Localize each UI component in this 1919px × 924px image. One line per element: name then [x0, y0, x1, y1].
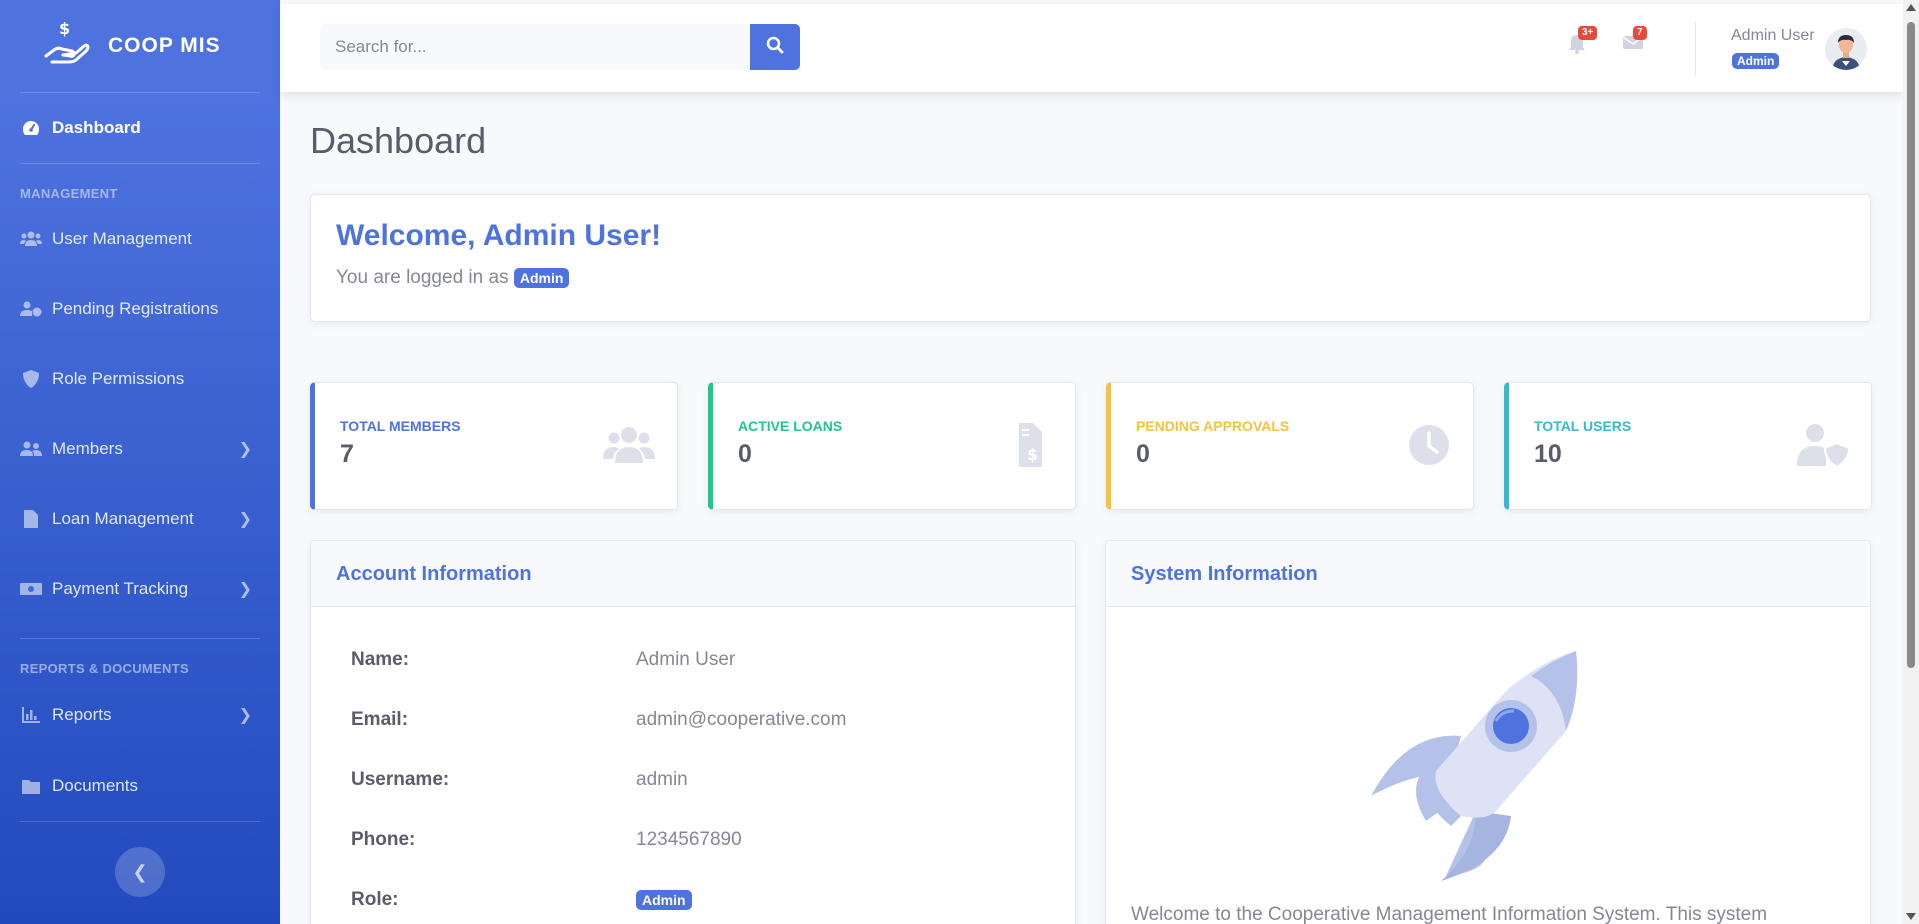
page-title: Dashboard [310, 120, 487, 161]
clock-icon [1399, 423, 1451, 467]
sidebar-heading-management: MANAGEMENT [20, 186, 118, 201]
chart-bar-icon [20, 704, 42, 726]
account-information-card: Account Information Name: Admin User Ema… [310, 540, 1076, 924]
scroll-down-icon[interactable] [1906, 913, 1916, 920]
system-description: Welcome to the Cooperative Management In… [1131, 904, 1768, 924]
sidebar-item-payment-tracking[interactable]: Payment Tracking ❯ [0, 554, 280, 624]
chevron-left-icon: ❮ [132, 861, 148, 882]
search-icon [766, 36, 784, 59]
welcome-text: You are logged in as Admin [336, 267, 1845, 289]
chevron-right-icon: ❯ [238, 511, 252, 528]
field-value: 1234567890 [636, 829, 742, 850]
scroll-up-icon[interactable] [1906, 4, 1916, 11]
chevron-right-icon: ❯ [238, 581, 252, 598]
field-label: Role: [351, 889, 399, 910]
sidebar-item-label: Pending Registrations [52, 299, 219, 318]
sidebar-divider [20, 821, 260, 822]
welcome-message: You are logged in as [336, 267, 509, 288]
messages-count-badge: 7 [1633, 26, 1647, 40]
stat-card-active-loans: ACTIVE LOANS 0 $ [708, 382, 1076, 510]
role-badge: Admin [636, 890, 692, 910]
user-clock-icon [20, 298, 42, 320]
account-card-title: Account Information [311, 541, 1075, 607]
sidebar-item-loan-management[interactable]: Loan Management ❯ [0, 484, 280, 554]
system-information-card: System Information Welcome to the Cooper… [1105, 540, 1871, 924]
welcome-card: Welcome, Admin User! You are logged in a… [310, 194, 1871, 322]
sidebar: $ COOP MIS Dashboard MANAGEMENT User Man… [0, 0, 280, 924]
shield-icon [20, 368, 42, 390]
sidebar-item-role-permissions[interactable]: Role Permissions [0, 344, 280, 414]
field-value: Admin User [636, 649, 736, 670]
account-row-role: Role: Admin [351, 889, 692, 911]
rocket-illustration [1366, 651, 1626, 886]
topbar-divider [1695, 22, 1696, 76]
sidebar-item-label: Role Permissions [52, 369, 185, 388]
sidebar-item-reports[interactable]: Reports ❯ [0, 679, 280, 751]
search-input[interactable] [320, 24, 750, 70]
sidebar-item-label: User Management [52, 229, 192, 248]
field-value: Admin [636, 889, 692, 911]
sidebar-item-user-management[interactable]: User Management [0, 204, 280, 274]
topbar: 3+ 7 Admin User Admin [280, 4, 1903, 92]
scroll-thumb[interactable] [1907, 22, 1915, 668]
hand-holding-dollar-icon: $ [42, 19, 90, 73]
money-bill-icon [20, 578, 42, 600]
stat-card-total-members: TOTAL MEMBERS 7 [310, 382, 678, 510]
sidebar-item-members[interactable]: Members ❯ [0, 414, 280, 484]
stat-card-pending-approvals: PENDING APPROVALS 0 [1106, 382, 1474, 510]
file-invoice-icon [20, 508, 42, 530]
user-shield-icon [1797, 423, 1851, 469]
field-value: admin [636, 769, 688, 790]
chevron-right-icon: ❯ [238, 707, 252, 724]
sidebar-item-label: Payment Tracking [52, 579, 189, 598]
users-icon [603, 423, 655, 467]
field-label: Phone: [351, 829, 416, 850]
welcome-title: Welcome, Admin User! [336, 219, 662, 252]
user-role-badge: Admin [1732, 52, 1780, 70]
field-value: admin@cooperative.com [636, 709, 847, 730]
user-name[interactable]: Admin User [1731, 27, 1815, 45]
search-form [320, 24, 800, 70]
role-badge: Admin [513, 268, 570, 288]
messages-dropdown[interactable]: 7 [1622, 26, 1647, 58]
account-row-name: Name: Admin User [351, 649, 735, 671]
users-cog-icon [20, 228, 42, 250]
alerts-dropdown[interactable]: 3+ [1568, 26, 1598, 58]
sidebar-item-label: Reports [52, 705, 112, 724]
sidebar-item-label: Loan Management [52, 509, 194, 528]
role-pill: Admin [1732, 53, 1780, 69]
sidebar-item-label: Documents [52, 776, 138, 795]
sidebar-item-label: Dashboard [52, 118, 141, 137]
field-label: Email: [351, 709, 409, 730]
search-button[interactable] [750, 24, 800, 70]
brand[interactable]: $ COOP MIS [0, 0, 280, 92]
folder-icon [20, 775, 42, 797]
sidebar-heading-reports: REPORTS & DOCUMENTS [20, 661, 189, 676]
file-invoice-dollar-icon: $ [1001, 423, 1053, 467]
alerts-count-badge: 3+ [1578, 26, 1598, 40]
svg-text:$: $ [59, 20, 70, 38]
account-row-email: Email: admin@cooperative.com [351, 709, 846, 731]
svg-text:$: $ [1027, 445, 1038, 464]
system-card-title: System Information [1106, 541, 1870, 607]
field-label: Username: [351, 769, 450, 790]
sidebar-toggle-button[interactable]: ❮ [115, 847, 165, 897]
scrollbar[interactable] [1903, 0, 1919, 924]
users-icon [20, 438, 42, 460]
avatar[interactable] [1825, 28, 1867, 70]
sidebar-item-dashboard[interactable]: Dashboard [0, 93, 280, 163]
sidebar-item-documents[interactable]: Documents [0, 751, 280, 821]
stat-card-total-users: TOTAL USERS 10 [1504, 382, 1872, 510]
bell-icon [1568, 35, 1586, 58]
sidebar-item-label: Members [52, 439, 123, 458]
account-row-phone: Phone: 1234567890 [351, 829, 742, 851]
chevron-right-icon: ❯ [238, 441, 252, 458]
field-label: Name: [351, 649, 410, 670]
account-row-username: Username: admin [351, 769, 688, 791]
sidebar-item-pending-registrations[interactable]: Pending Registrations [0, 274, 280, 344]
tachometer-icon [20, 117, 42, 139]
brand-name: COOP MIS [108, 34, 221, 57]
